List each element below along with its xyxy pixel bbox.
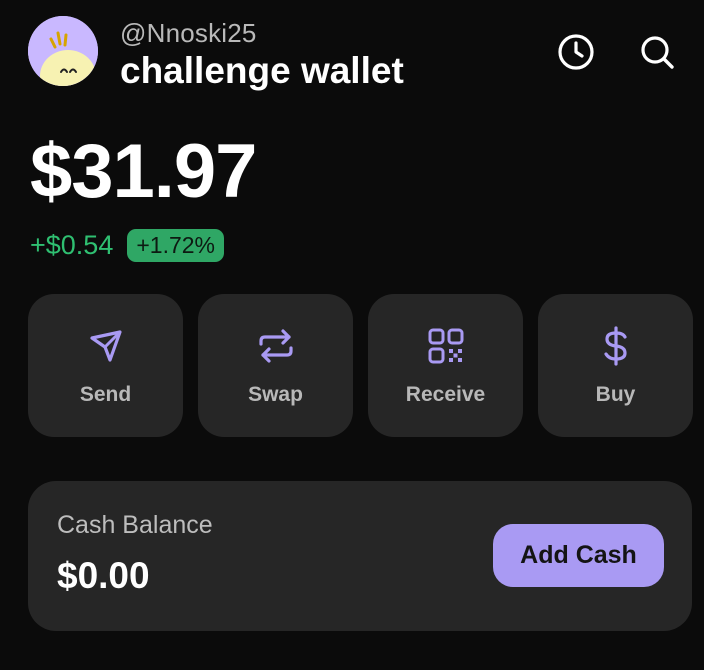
receive-label: Receive [405, 383, 486, 406]
buy-button[interactable]: Buy [538, 294, 693, 437]
cash-balance-title: Cash Balance [57, 511, 213, 539]
total-balance: $31.97 [30, 129, 257, 214]
swap-button[interactable]: Swap [198, 294, 353, 437]
send-label: Send [79, 383, 132, 406]
clock-icon [558, 34, 594, 70]
swap-label: Swap [248, 383, 303, 406]
history-button[interactable] [554, 30, 598, 74]
dollar-icon [603, 326, 627, 366]
search-icon [641, 36, 674, 69]
add-cash-button[interactable]: Add Cash [493, 524, 664, 587]
change-amount: +$0.54 [30, 230, 114, 260]
buy-label: Buy [595, 383, 636, 406]
avatar[interactable] [28, 16, 98, 86]
username-handle: @Nnoski25 [120, 18, 257, 48]
search-button[interactable] [635, 30, 679, 74]
receive-button[interactable]: Receive [368, 294, 523, 437]
action-buttons: Send Swap Receive Buy [28, 294, 693, 437]
wallet-name[interactable]: challenge wallet [120, 50, 404, 92]
swap-icon [258, 329, 293, 363]
send-icon [89, 330, 122, 362]
ghost-avatar-icon [28, 16, 98, 86]
balance-change: +$0.54 +1.72% [30, 229, 224, 262]
send-button[interactable]: Send [28, 294, 183, 437]
cash-balance-card: Cash Balance $0.00 Add Cash [28, 481, 692, 631]
change-percent-badge: +1.72% [127, 229, 224, 262]
cash-balance-value: $0.00 [57, 555, 150, 596]
qr-code-icon [428, 328, 463, 364]
